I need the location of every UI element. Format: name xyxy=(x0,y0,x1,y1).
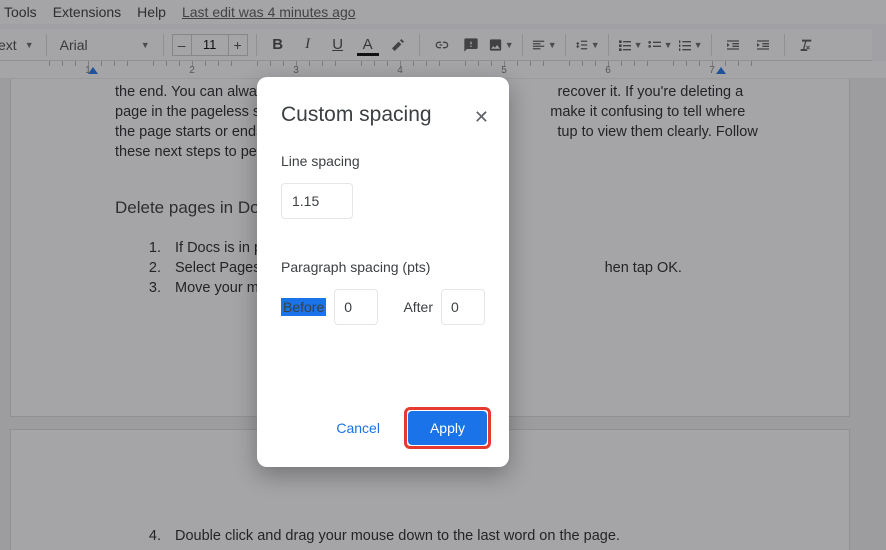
apply-button-highlight: Apply xyxy=(404,407,491,449)
paragraph-spacing-label: Paragraph spacing (pts) xyxy=(281,259,485,275)
line-spacing-input[interactable]: 1.15 xyxy=(281,183,353,219)
custom-spacing-dialog: Custom spacing ✕ Line spacing 1.15 Parag… xyxy=(257,77,509,467)
apply-button[interactable]: Apply xyxy=(408,411,487,445)
cancel-button[interactable]: Cancel xyxy=(318,407,398,449)
close-icon[interactable]: ✕ xyxy=(474,107,489,128)
line-spacing-label: Line spacing xyxy=(281,153,485,169)
after-label: After xyxy=(403,299,433,315)
before-input[interactable]: 0 xyxy=(334,289,378,325)
dialog-title: Custom spacing xyxy=(281,103,485,127)
before-label: Before xyxy=(281,298,326,316)
after-input[interactable]: 0 xyxy=(441,289,485,325)
